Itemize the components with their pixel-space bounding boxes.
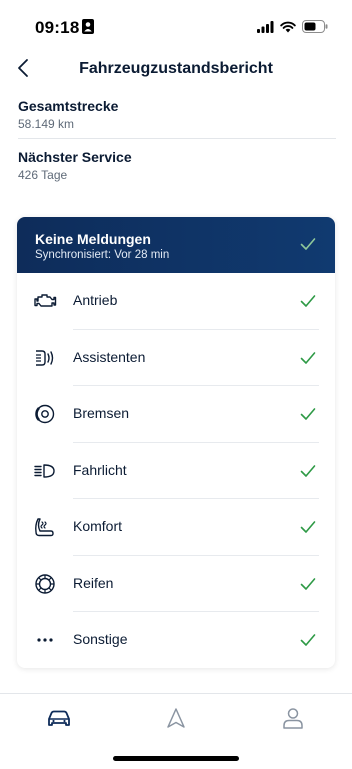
list-item-sonstige[interactable]: Sonstige (17, 612, 335, 668)
battery-icon (302, 20, 328, 33)
status-list: Antrieb Assistenten Bremsen Fahrlicht Ko… (17, 273, 335, 668)
page-title: Fahrzeugzustandsbericht (79, 60, 273, 77)
navigation-icon[interactable] (163, 706, 189, 730)
brake-icon (35, 404, 55, 424)
sync-status: Synchronisiert: Vor 28 min (35, 249, 170, 261)
list-item-bremsen[interactable]: Bremsen (17, 386, 335, 443)
status-summary-header: Keine Meldungen Synchronisiert: Vor 28 m… (17, 217, 335, 273)
checkmark-icon (300, 408, 316, 420)
next-service: Nächster Service 426 Tage (18, 149, 336, 182)
checkmark-icon (300, 634, 316, 646)
list-item-label: Sonstige (73, 631, 128, 647)
status-indicators (257, 20, 328, 33)
checkmark-icon (300, 577, 316, 590)
status-time: 09:18 (35, 18, 80, 37)
seat-icon (35, 518, 54, 537)
status-summary-title: Keine Meldungen (35, 231, 151, 247)
page-header: Fahrzeugzustandsbericht (0, 50, 352, 90)
home-indicator[interactable] (113, 756, 239, 761)
divider (18, 138, 336, 139)
list-item-label: Komfort (73, 518, 123, 534)
list-item-label: Bremsen (73, 405, 130, 421)
more-icon (37, 638, 53, 642)
profile-icon[interactable] (280, 706, 306, 730)
checkmark-icon (300, 238, 316, 250)
list-item-reifen[interactable]: Reifen (17, 556, 335, 612)
total-distance-label: Gesamtstrecke (18, 98, 119, 114)
signal-icon (257, 20, 274, 33)
checkmark-icon (300, 295, 316, 307)
list-item-label: Antrieb (73, 292, 118, 308)
tire-icon (35, 573, 55, 594)
wifi-icon (280, 21, 296, 32)
next-service-value: 426 Tage (18, 168, 68, 182)
next-service-label: Nächster Service (18, 149, 132, 165)
person-badge-icon (82, 19, 94, 34)
list-item-assistenten[interactable]: Assistenten (17, 330, 335, 386)
total-distance-value: 58.149 km (18, 117, 75, 131)
list-item-fahrlicht[interactable]: Fahrlicht (17, 443, 335, 499)
list-item-label: Fahrlicht (73, 461, 127, 478)
checkmark-icon (300, 464, 316, 477)
list-item-label: Assistenten (73, 348, 146, 365)
car-icon[interactable] (46, 706, 72, 730)
vehicle-status-card: Keine Meldungen Synchronisiert: Vor 28 m… (17, 217, 335, 668)
checkmark-icon (300, 351, 316, 364)
checkmark-icon (300, 521, 316, 533)
list-item-label: Reifen (73, 574, 114, 591)
status-bar: 09:18 (0, 0, 352, 50)
total-distance: Gesamtstrecke 58.149 km (18, 98, 336, 131)
engine-icon (34, 294, 57, 307)
list-item-antrieb[interactable]: Antrieb (17, 273, 335, 330)
headlight-icon (34, 463, 55, 478)
list-item-komfort[interactable]: Komfort (17, 499, 335, 556)
assist-icon (36, 349, 54, 366)
